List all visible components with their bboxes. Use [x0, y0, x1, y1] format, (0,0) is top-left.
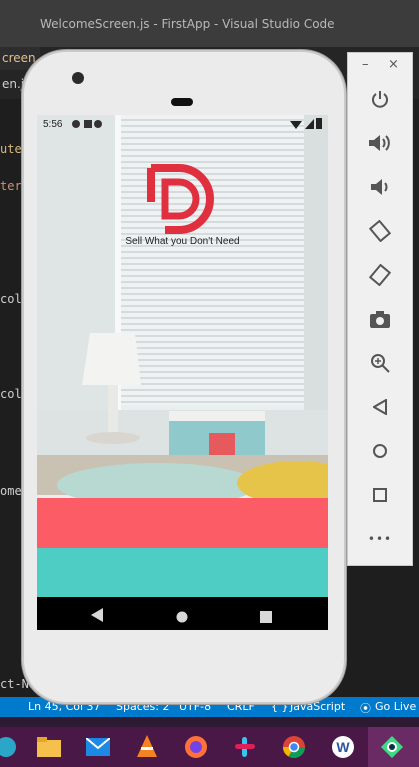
- code-line: col: [0, 292, 22, 306]
- code-line: ter: [0, 179, 22, 193]
- word-icon[interactable]: W: [329, 733, 357, 761]
- phone-screen: 5:56 Sell What you Don't Need: [37, 115, 328, 630]
- home-icon[interactable]: [364, 435, 396, 467]
- home-icon[interactable]: [176, 608, 188, 627]
- slack-icon[interactable]: [231, 733, 259, 761]
- android-emulator-phone: 5:56 Sell What you Don't Need: [22, 50, 346, 704]
- earpiece-speaker: [171, 98, 193, 106]
- battery-icon: [316, 118, 322, 132]
- overview-icon[interactable]: [260, 608, 272, 627]
- app-logo: [145, 162, 219, 236]
- zoom-icon[interactable]: [364, 347, 396, 379]
- svg-text:W: W: [336, 739, 350, 755]
- code-line: ute: [0, 142, 22, 156]
- signal-icon: [305, 119, 314, 132]
- go-live-button[interactable]: Go Live: [375, 700, 416, 713]
- rotate-right-icon[interactable]: [364, 259, 396, 291]
- android-navigation-bar: [37, 597, 328, 630]
- go-live-icon: ⦿: [360, 702, 371, 715]
- emulator-toolbar: – × •••: [347, 52, 413, 566]
- vlc-icon[interactable]: [133, 733, 161, 761]
- code-line: col: [0, 387, 22, 401]
- register-button[interactable]: [37, 548, 328, 597]
- mail-icon[interactable]: [84, 733, 112, 761]
- clock: 5:56: [43, 119, 63, 130]
- taskbar: W: [0, 717, 419, 767]
- camera-icon[interactable]: [364, 303, 396, 335]
- power-icon[interactable]: [364, 83, 396, 115]
- window-title: WelcomeScreen.js - FirstApp - Visual Stu…: [40, 16, 335, 31]
- notification-icon: [72, 119, 102, 132]
- close-button[interactable]: ×: [388, 57, 399, 72]
- rotate-left-icon[interactable]: [364, 215, 396, 247]
- windows-icon[interactable]: [0, 733, 20, 761]
- minimize-button[interactable]: –: [362, 57, 369, 72]
- android-status-bar: 5:56: [37, 115, 328, 135]
- front-camera: [72, 72, 84, 84]
- back-icon[interactable]: [364, 391, 396, 423]
- chrome-icon[interactable]: [280, 733, 308, 761]
- back-icon[interactable]: [91, 607, 103, 626]
- login-button[interactable]: [37, 498, 328, 548]
- overview-icon[interactable]: [364, 479, 396, 511]
- window-title-bar: WelcomeScreen.js - FirstApp - Visual Stu…: [0, 0, 419, 47]
- wifi-icon: [290, 119, 302, 132]
- android-studio-icon[interactable]: [378, 733, 406, 761]
- more-options-button[interactable]: •••: [364, 523, 396, 555]
- volume-up-icon[interactable]: [364, 127, 396, 159]
- app-tagline: Sell What you Don't Need: [125, 236, 240, 247]
- file-explorer-icon[interactable]: [35, 733, 63, 761]
- volume-down-icon[interactable]: [364, 171, 396, 203]
- firefox-icon[interactable]: [182, 733, 210, 761]
